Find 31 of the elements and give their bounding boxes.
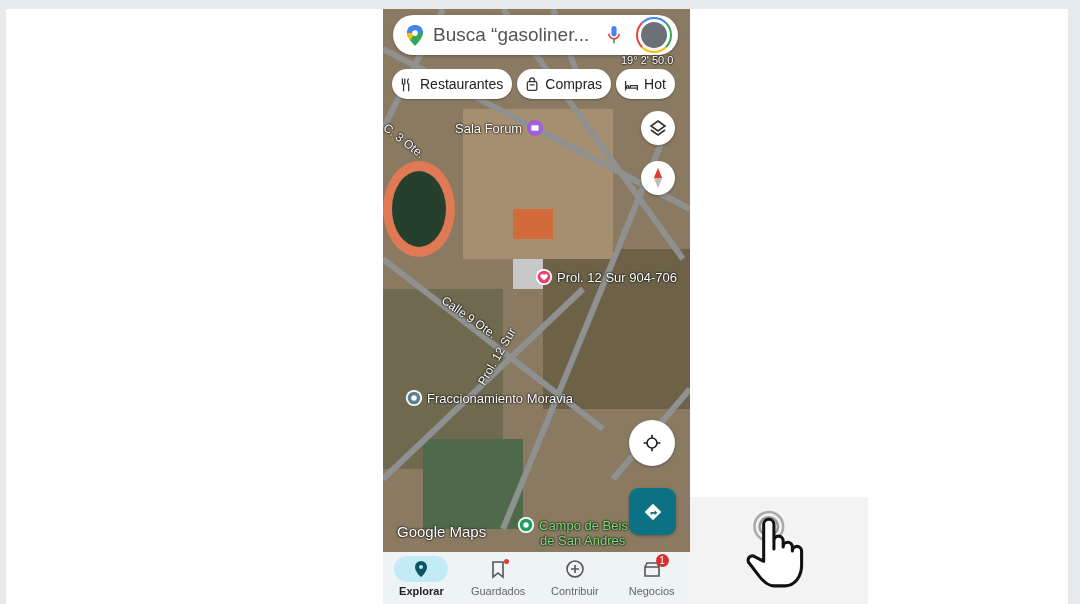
category-chip[interactable]: Restaurantes [392, 69, 513, 99]
category-chip[interactable]: Hot [616, 69, 675, 99]
compass-icon [653, 167, 663, 189]
location-pin-icon[interactable] [405, 389, 423, 407]
search-input[interactable]: Busca “gasoliner... [431, 23, 600, 47]
place-label[interactable]: Prol. 12 Sur 904-706 [557, 269, 677, 285]
place-label[interactable]: Sala Forum [455, 120, 523, 136]
heart-pin-icon[interactable] [535, 268, 553, 286]
notification-badge: 1 [655, 554, 669, 567]
map-pin-icon [407, 24, 423, 46]
storefront-icon [641, 559, 662, 579]
place-label[interactable]: Fraccionamiento Moravia [427, 390, 573, 406]
nav-tab[interactable]: Guardados [459, 552, 537, 604]
street-label: C. 3 Ote. [383, 120, 428, 162]
directions-button[interactable] [629, 488, 676, 535]
park-pin-icon[interactable] [517, 516, 535, 534]
plus-circle-icon [564, 559, 585, 579]
nav-tab[interactable]: 1 Negocios [613, 552, 690, 604]
coordinates-label: 19° 2' 50.0 [621, 54, 674, 66]
event-pin-icon[interactable] [526, 119, 545, 137]
map-logo: Google Maps [397, 523, 487, 540]
search-bar[interactable]: Busca “gasoliner... [393, 15, 678, 55]
directions-icon [642, 501, 663, 522]
street-label: Calle 9 Ote. [439, 293, 499, 342]
nav-tab[interactable]: Contribuir [536, 552, 614, 604]
avatar[interactable] [636, 17, 672, 53]
crosshair-icon [642, 433, 662, 453]
nav-tab[interactable]: Explorar [383, 552, 460, 604]
microphone-icon[interactable] [608, 25, 620, 45]
category-chip[interactable]: Compras [517, 69, 612, 99]
layers-icon [648, 118, 668, 138]
